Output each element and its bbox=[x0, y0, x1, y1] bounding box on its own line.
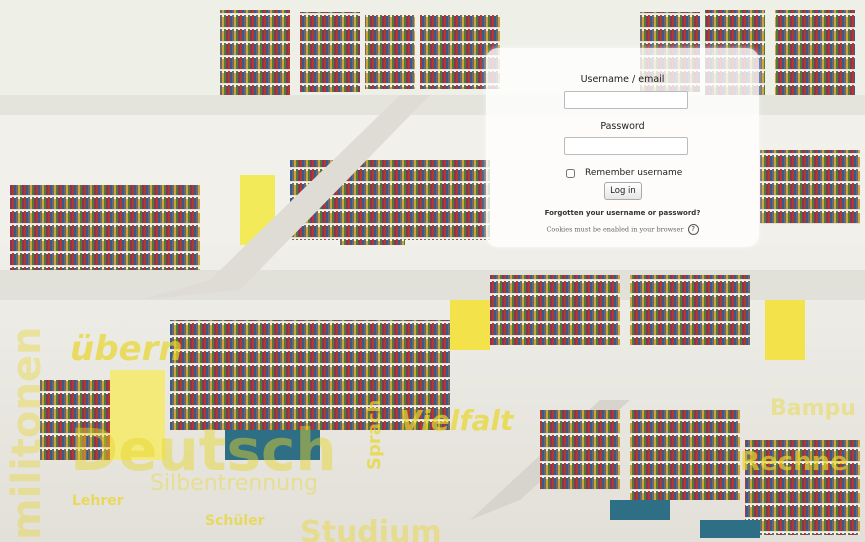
svg-text:Vielfalt: Vielfalt bbox=[400, 404, 515, 437]
username-input[interactable] bbox=[564, 91, 688, 109]
cookies-notice-text: Cookies must be enabled in your browser bbox=[546, 225, 684, 234]
svg-text:Silbentrennung: Silbentrennung bbox=[150, 471, 318, 496]
password-label: Password bbox=[600, 121, 645, 132]
svg-text:militonen: militonen bbox=[4, 327, 50, 541]
forgot-password-link[interactable]: Forgotten your username or password? bbox=[486, 209, 759, 217]
svg-text:Sprach: Sprach bbox=[364, 400, 385, 470]
remember-username-label: Remember username bbox=[585, 168, 683, 178]
question-circle-icon[interactable]: ? bbox=[687, 224, 699, 235]
password-input[interactable] bbox=[564, 137, 688, 155]
svg-text:Schüler: Schüler bbox=[205, 513, 265, 529]
login-button[interactable]: Log in bbox=[604, 182, 642, 200]
login-panel: Username / email Password Remember usern… bbox=[486, 48, 759, 247]
svg-text:Bampu: Bampu bbox=[770, 396, 856, 421]
svg-text:übern: übern bbox=[70, 329, 183, 369]
cookies-notice: Cookies must be enabled in your browser … bbox=[486, 224, 759, 235]
svg-text:Studium: Studium bbox=[300, 515, 442, 542]
username-label: Username / email bbox=[580, 74, 665, 85]
remember-username-row[interactable]: Remember username bbox=[564, 167, 682, 179]
svg-text:Rechne: Rechne bbox=[740, 447, 848, 477]
svg-text:Lehrer: Lehrer bbox=[72, 493, 124, 509]
remember-username-checkbox[interactable] bbox=[566, 168, 575, 178]
